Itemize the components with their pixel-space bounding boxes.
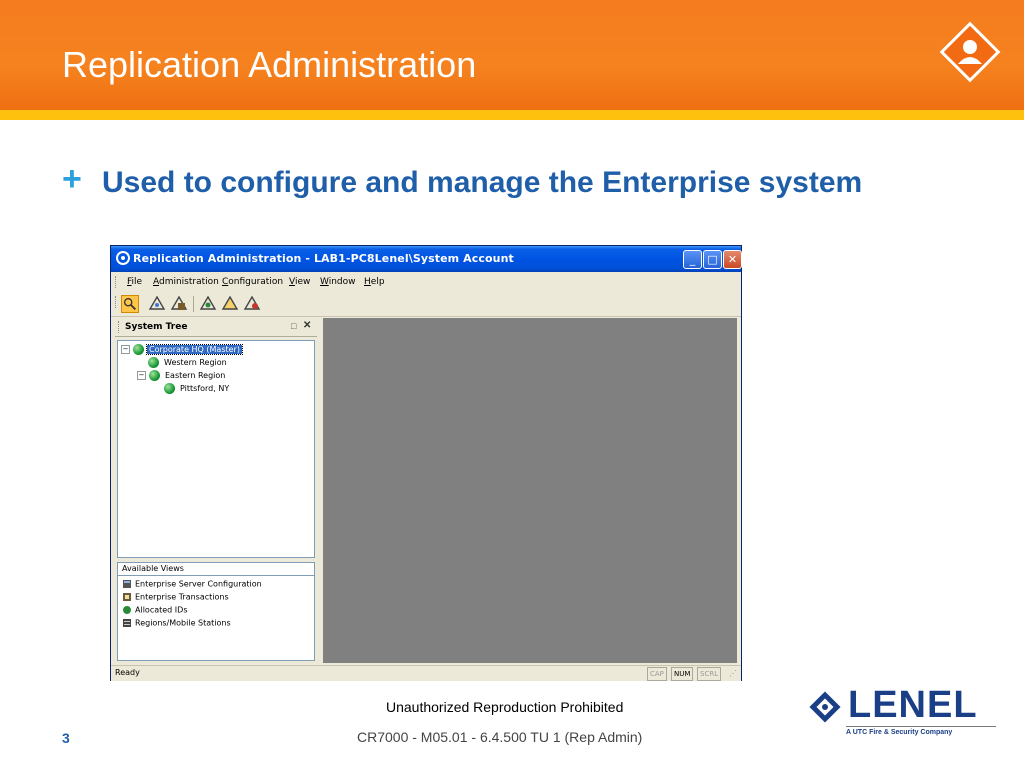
close-button[interactable]: ✕ xyxy=(723,250,742,269)
bullet-text: Used to configure and manage the Enterpr… xyxy=(102,166,863,199)
lenel-emblem-icon xyxy=(939,21,1001,83)
slide-header: Replication Administration xyxy=(0,0,1024,110)
view-label: Enterprise Transactions xyxy=(135,592,229,602)
system-tree-title: System Tree xyxy=(125,322,188,332)
slide-title: Replication Administration xyxy=(62,44,477,85)
view-enterprise-transactions[interactable]: Enterprise Transactions xyxy=(122,592,229,602)
system-tree-pane: System Tree □ ✕ − Corporate HQ (Master) W… xyxy=(115,318,317,663)
allocated-ids-icon xyxy=(123,606,131,614)
tree-node-pittsford[interactable]: Pittsford, NY xyxy=(164,383,231,395)
status-bar: Ready CAP NUM SCRL ⋰ xyxy=(111,665,741,681)
menu-administration[interactable]: Administration xyxy=(153,277,219,287)
menu-file[interactable]: File xyxy=(127,277,142,287)
caps-lock-indicator: CAP xyxy=(647,667,667,681)
lenel-wordmark: LENEL xyxy=(848,684,978,726)
tree-node-corporate-hq[interactable]: − Corporate HQ (Master) xyxy=(121,344,243,356)
num-lock-indicator: NUM xyxy=(671,667,694,681)
menu-window[interactable]: Window xyxy=(320,277,356,287)
pane-float-icon[interactable]: □ xyxy=(291,321,296,331)
replication-app-icon xyxy=(116,251,130,265)
server-config-icon xyxy=(123,580,131,588)
resize-grip-icon[interactable]: ⋰ xyxy=(729,669,737,678)
toolbar-separator xyxy=(193,296,194,312)
tree-node-western-region[interactable]: Western Region xyxy=(148,357,229,369)
logo-divider xyxy=(846,726,996,727)
globe-icon xyxy=(164,383,175,394)
slide-number: 3 xyxy=(62,730,70,746)
course-id: CR7000 - M05.01 - 6.4.500 TU 1 (Rep Admi… xyxy=(357,729,643,745)
pane-grip-icon[interactable] xyxy=(118,321,121,333)
regions-icon xyxy=(123,619,131,627)
globe-icon xyxy=(149,370,160,381)
system-tree-icon[interactable] xyxy=(121,295,139,313)
system-tree-header: System Tree □ ✕ xyxy=(115,318,317,337)
collapse-icon[interactable]: − xyxy=(137,371,146,380)
maximize-button[interactable]: □ xyxy=(703,250,722,269)
mobile-stations-icon[interactable] xyxy=(243,295,261,313)
view-label: Enterprise Server Configuration xyxy=(135,579,262,589)
minimize-button[interactable]: _ xyxy=(683,250,702,269)
view-label: Regions/Mobile Stations xyxy=(135,618,231,628)
bullet-plus-icon: + xyxy=(62,160,82,198)
scroll-lock-indicator: SCRL xyxy=(697,667,722,681)
view-allocated-ids[interactable]: Allocated IDs xyxy=(122,605,187,615)
server-config-icon[interactable] xyxy=(148,295,166,313)
tree-node-eastern-region[interactable]: − Eastern Region xyxy=(137,370,227,382)
footer-notice: Unauthorized Reproduction Prohibited xyxy=(386,699,624,715)
tree-node-label: Corporate HQ (Master) xyxy=(146,344,243,355)
view-enterprise-server-configuration[interactable]: Enterprise Server Configuration xyxy=(122,579,262,589)
globe-icon xyxy=(133,344,144,355)
regions-icon[interactable] xyxy=(221,295,239,313)
transactions-icon xyxy=(123,593,131,601)
window-titlebar[interactable]: Replication Administration - LAB1-PC8Len… xyxy=(111,246,742,272)
system-tree: − Corporate HQ (Master) Western Region − E… xyxy=(117,340,315,558)
view-regions-mobile-stations[interactable]: Regions/Mobile Stations xyxy=(122,618,231,628)
collapse-icon[interactable]: − xyxy=(121,345,130,354)
toolbar-grip-icon[interactable] xyxy=(115,296,118,308)
menu-configuration[interactable]: Configuration xyxy=(222,277,283,287)
window-title: Replication Administration - LAB1-PC8Len… xyxy=(133,252,514,265)
tree-node-label: Pittsford, NY xyxy=(180,384,230,393)
lenel-logo: LENEL A UTC Fire & Security Company xyxy=(808,684,996,744)
menubar-grip-icon[interactable] xyxy=(115,276,118,288)
available-views-header: Available Views xyxy=(117,562,315,576)
menu-help[interactable]: Help xyxy=(364,277,385,287)
toolbar xyxy=(111,292,741,317)
menu-bar: File Administration Configuration View W… xyxy=(111,272,741,292)
menu-view[interactable]: View xyxy=(289,277,310,287)
mdi-client-area[interactable] xyxy=(323,318,737,663)
allocated-ids-icon[interactable] xyxy=(199,295,217,313)
status-text: Ready xyxy=(115,668,140,677)
globe-icon xyxy=(148,357,159,368)
transactions-icon[interactable] xyxy=(170,295,188,313)
app-window: Replication Administration - LAB1-PC8Len… xyxy=(110,245,742,681)
lenel-diamond-icon xyxy=(809,691,841,723)
tree-node-label: Western Region xyxy=(164,358,227,367)
header-accent-band xyxy=(0,110,1024,120)
available-views-list: Enterprise Server Configuration Enterpri… xyxy=(117,576,315,661)
lenel-tagline: A UTC Fire & Security Company xyxy=(846,729,953,736)
tree-node-label: Eastern Region xyxy=(165,371,226,380)
view-label: Allocated IDs xyxy=(135,605,188,615)
pane-close-icon[interactable]: ✕ xyxy=(303,320,311,331)
